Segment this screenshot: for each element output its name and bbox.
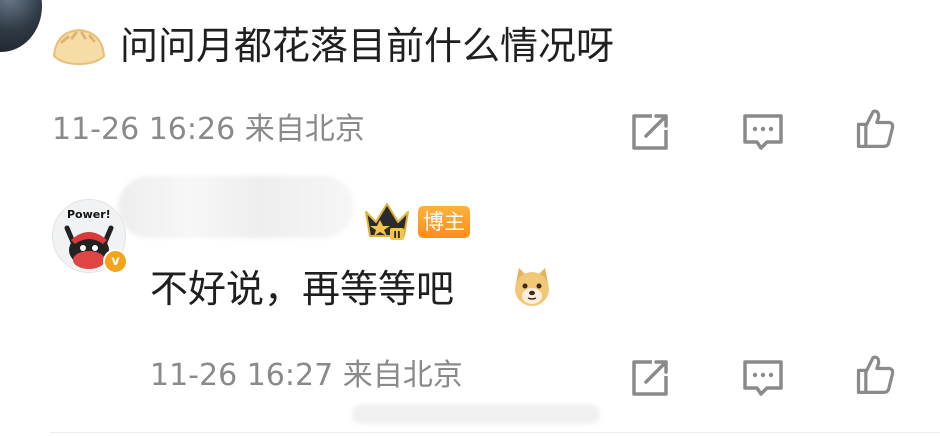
blurred-username [118,176,354,238]
comment-meta: 11-26 16:26 来自北京 [52,112,365,148]
reply-icon[interactable] [741,356,785,400]
commenter-avatar[interactable] [0,0,42,52]
comment-text: 问问月都花落目前什么情况呀 [120,24,615,68]
divider [50,432,940,433]
reply-icon[interactable] [741,110,785,154]
blogger-badge: 博主 [418,206,470,238]
share-icon[interactable] [628,110,672,154]
crown-level-icon: II [365,203,409,241]
reply-meta: 11-26 16:27 来自北京 [150,358,463,394]
comment-location: 来自北京 [244,112,365,147]
like-icon[interactable] [853,106,897,150]
dumpling-emoji-icon [52,28,106,66]
comment-time: 11-26 16:26 [52,112,236,147]
crown-level-label: II [393,230,400,241]
verified-badge-icon: v [103,249,128,274]
reply-time: 11-26 16:27 [150,358,334,393]
like-icon[interactable] [853,352,897,396]
doge-emoji-icon [515,268,549,306]
reply-location: 来自北京 [342,358,463,393]
blurred-watermark [352,404,600,424]
share-icon[interactable] [628,356,672,400]
reply-text: 不好说，再等等吧 [150,267,455,311]
